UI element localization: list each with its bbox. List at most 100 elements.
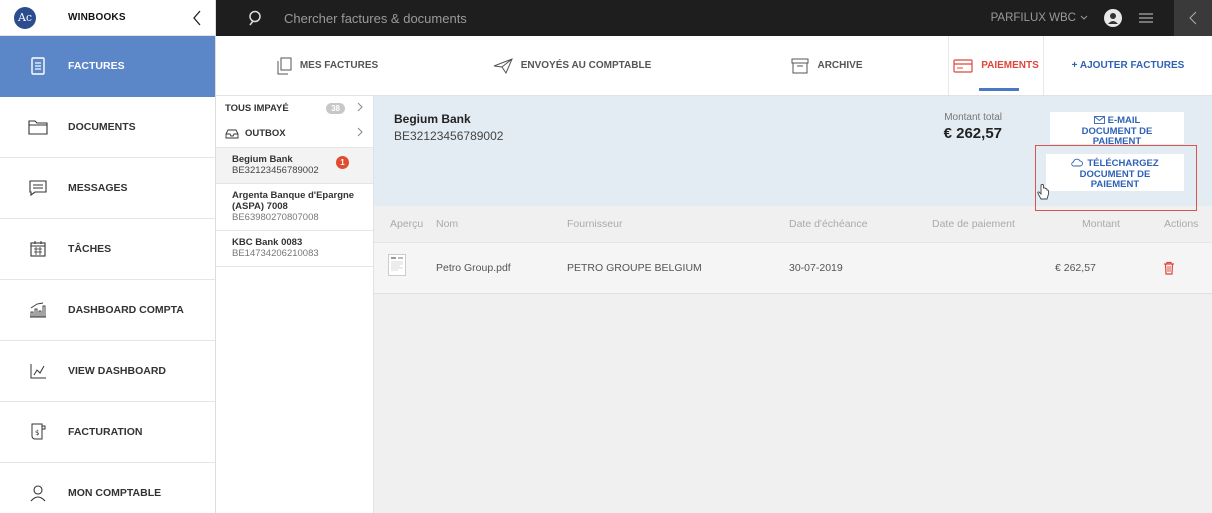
sidebar-item-label: DASHBOARD COMPTA <box>68 304 184 316</box>
chevron-right-icon <box>357 102 363 115</box>
chevron-left-icon <box>193 10 201 25</box>
count-badge: 38 <box>326 102 345 114</box>
cell-nom: Petro Group.pdf <box>436 262 511 274</box>
company-name: PARFILUX WBC <box>990 12 1076 24</box>
download-payment-document-button[interactable]: TÉLÉCHARGEZ DOCUMENT DE PAIEMENT <box>1046 154 1184 191</box>
tab-archive[interactable]: ARCHIVE <box>706 36 948 95</box>
bar-chart-icon <box>26 298 50 322</box>
invoice-icon <box>26 54 50 78</box>
svg-text:$: $ <box>35 429 39 437</box>
bank-name: KBC Bank 0083 <box>232 237 303 248</box>
sidebar-item-documents[interactable]: DOCUMENTS <box>0 97 215 158</box>
app-logo[interactable]: Ac <box>14 6 36 29</box>
sidebar-item-view-dashboard[interactable]: VIEW DASHBOARD <box>0 341 215 402</box>
email-label-3: PAIEMENT <box>1092 136 1142 147</box>
outbox-filter[interactable]: OUTBOX <box>216 120 373 148</box>
email-label-1: E-MAIL <box>1107 115 1141 126</box>
email-line-1: E-MAIL <box>1050 115 1184 127</box>
brand-name: WINBOOKS <box>68 12 126 23</box>
avatar[interactable] <box>1104 9 1122 27</box>
hand-cursor-icon <box>1037 184 1049 200</box>
chevron-left-icon <box>1189 11 1197 25</box>
table-row[interactable]: Petro Group.pdf PETRO GROUPE BELGIUM 30-… <box>374 242 1212 294</box>
notification-badge: 1 <box>336 156 349 169</box>
total-amount: € 262,57 <box>943 125 1002 142</box>
archive-icon <box>791 58 809 73</box>
sidebar-item-dashboard-compta[interactable]: DASHBOARD COMPTA <box>0 280 215 341</box>
tab-envoyes[interactable]: ENVOYÉS AU COMPTABLE <box>438 36 706 95</box>
back-button[interactable] <box>1174 0 1212 36</box>
hamburger-icon <box>1139 13 1153 23</box>
sidebar-item-factures[interactable]: FACTURES <box>0 36 215 97</box>
bank-item[interactable]: KBC Bank 0083 BE14734206210083 <box>216 231 373 267</box>
total-label: Montant total <box>944 112 1002 123</box>
col-fournisseur: Fournisseur <box>567 218 623 230</box>
selected-bank-name: Begium Bank <box>394 112 471 126</box>
sidebar-item-label: FACTURES <box>68 60 125 72</box>
payment-card-icon <box>953 58 973 73</box>
payment-header: Begium Bank BE32123456789002 Montant tot… <box>374 96 1212 211</box>
inbox-tray-icon <box>225 129 239 138</box>
download-line-1: TÉLÉCHARGEZ <box>1046 158 1184 170</box>
chevron-right-icon <box>357 127 363 140</box>
sidebar-item-mon-comptable[interactable]: MON COMPTABLE <box>0 463 215 513</box>
envelope-icon <box>1093 116 1105 124</box>
all-unpaid-label: TOUS IMPAYÉ <box>225 102 289 114</box>
download-label-3: PAIEMENT <box>1090 179 1140 190</box>
tab-label: PAIEMENTS <box>981 60 1039 71</box>
sidebar-item-label: TÂCHES <box>68 243 112 255</box>
documents-icon <box>277 57 292 74</box>
selected-bank-iban: BE32123456789002 <box>394 129 504 143</box>
sidebar-item-taches[interactable]: TÂCHES <box>0 219 215 280</box>
tab-label: ENVOYÉS AU COMPTABLE <box>520 60 652 71</box>
line-chart-icon <box>26 359 50 383</box>
collapse-sidebar-button[interactable] <box>185 6 209 30</box>
sidebar-item-facturation[interactable]: $ FACTURATION <box>0 402 215 463</box>
cell-montant: € 262,57 <box>1055 262 1096 274</box>
sidebar-header: Ac WINBOOKS <box>0 0 215 36</box>
sidebar-item-label: FACTURATION <box>68 426 143 438</box>
col-nom: Nom <box>436 218 459 230</box>
sidebar-item-label: MON COMPTABLE <box>68 487 162 499</box>
col-actions: Actions <box>1164 218 1199 230</box>
user-avatar-icon <box>1108 13 1118 24</box>
col-echeance: Date d'échéance <box>789 218 868 230</box>
bank-iban: BE63980270807008 <box>232 212 319 223</box>
tab-label: ARCHIVE <box>817 60 863 71</box>
document-thumbnail[interactable] <box>388 254 406 276</box>
col-apercu: Aperçu <box>390 218 424 230</box>
outbox-label: OUTBOX <box>245 128 286 139</box>
bank-item[interactable]: Argenta Banque d'Epargne (ASPA) 7008 BE6… <box>216 184 373 231</box>
search-icon[interactable] <box>246 8 266 28</box>
tab-bar: MES FACTURES ENVOYÉS AU COMPTABLE ARCHIV… <box>216 36 1212 96</box>
trash-icon[interactable] <box>1162 261 1176 275</box>
bank-iban: BE14734206210083 <box>232 248 319 259</box>
sidebar-item-label: DOCUMENTS <box>68 121 136 133</box>
download-label-1: TÉLÉCHARGEZ <box>1087 158 1159 169</box>
add-invoices-button[interactable]: + AJOUTER FACTURES <box>1044 36 1212 95</box>
col-paiement: Date de paiement <box>932 218 1015 230</box>
user-icon <box>26 481 50 505</box>
tab-label: MES FACTURES <box>299 60 379 71</box>
all-unpaid-filter[interactable]: TOUS IMPAYÉ 38 <box>216 96 373 120</box>
company-selector[interactable]: PARFILUX WBC <box>991 12 1088 24</box>
bank-item[interactable]: Begium Bank BE32123456789002 1 <box>216 148 373 184</box>
col-montant: Montant <box>1082 218 1120 230</box>
sidebar-item-label: MESSAGES <box>68 182 128 194</box>
tab-paiements[interactable]: PAIEMENTS <box>948 36 1044 95</box>
chevron-down-icon <box>1080 15 1088 20</box>
sidebar-item-messages[interactable]: MESSAGES <box>0 158 215 219</box>
cloud-download-icon <box>1071 158 1084 167</box>
menu-button[interactable] <box>1136 8 1156 28</box>
top-bar: PARFILUX WBC <box>216 0 1212 36</box>
message-icon <box>26 176 50 200</box>
tab-label: + AJOUTER FACTURES <box>1071 60 1185 71</box>
main-content: Begium Bank BE32123456789002 Montant tot… <box>374 96 1212 513</box>
cell-echeance: 30-07-2019 <box>789 262 843 274</box>
email-payment-document-button[interactable]: E-MAIL DOCUMENT DE PAIEMENT <box>1050 112 1184 147</box>
search-input[interactable] <box>284 10 744 26</box>
send-icon <box>493 57 513 74</box>
tab-mes-factures[interactable]: MES FACTURES <box>216 36 438 95</box>
calendar-icon <box>26 237 50 261</box>
account-list: TOUS IMPAYÉ 38 OUTBOX Begium Bank BE3212… <box>216 96 374 513</box>
